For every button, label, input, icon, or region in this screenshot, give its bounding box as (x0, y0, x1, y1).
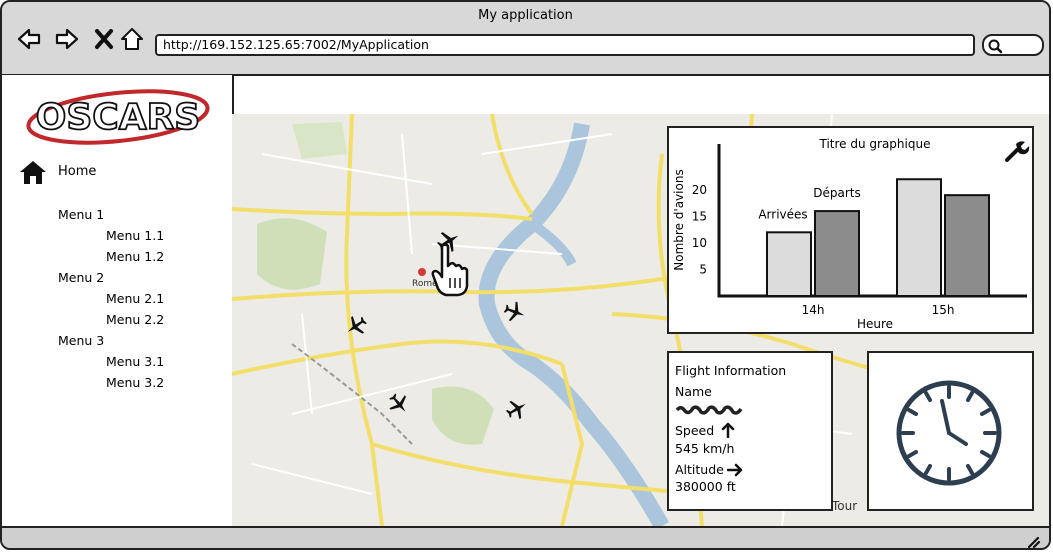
home-icon (20, 161, 46, 184)
menu-3-2[interactable]: Menu 3.2 (106, 375, 164, 390)
home-nav-icon[interactable] (119, 26, 145, 52)
bar-arrivees-0 (766, 231, 812, 297)
forward-arrow-icon[interactable] (54, 26, 80, 52)
search-box[interactable] (982, 34, 1044, 56)
menu-1[interactable]: Menu 1 (58, 207, 104, 222)
bar-departs-0 (814, 210, 860, 297)
y-tick-label: 20 (692, 183, 707, 197)
flight-name-label: Name (675, 384, 712, 399)
x-tick-label: 14h (802, 303, 825, 317)
window-title: My application (478, 8, 573, 23)
arrow-right-icon (727, 463, 743, 477)
sidebar: OSCARS Home Menu 1 Menu 1.1 Menu 1.2 Men… (2, 74, 234, 527)
top-header-strip (232, 76, 1049, 116)
chart-xlabel: Heure (857, 317, 893, 331)
search-icon (988, 39, 1003, 54)
stop-icon[interactable] (91, 26, 117, 52)
arrow-up-icon (721, 422, 735, 438)
flight-info-header: Flight Information (675, 363, 787, 378)
menu-3[interactable]: Menu 3 (58, 333, 104, 348)
resize-grip-icon[interactable] (1025, 534, 1041, 548)
hand-cursor-icon (431, 243, 469, 297)
y-tick-label: 15 (692, 209, 707, 223)
x-tick-label: 15h (932, 303, 955, 317)
home-label: Home (58, 164, 97, 179)
title-bar: My application http://169.152.125.65:700… (2, 2, 1049, 76)
series-label: Départs (813, 186, 860, 200)
wrench-icon[interactable] (1005, 141, 1030, 162)
clock-icon (896, 380, 1002, 486)
speed-value: 545 km/h (675, 441, 735, 456)
bar-departs-1 (944, 194, 990, 297)
menu-2-2[interactable]: Menu 2.2 (106, 312, 164, 327)
menu-1-2[interactable]: Menu 1.2 (106, 249, 164, 264)
y-tick-label: 5 (699, 262, 707, 276)
oscars-logo: OSCARS (26, 89, 210, 145)
airplane-icon[interactable] (344, 314, 368, 338)
menu-3-1[interactable]: Menu 3.1 (106, 354, 164, 369)
airplane-icon[interactable] (503, 300, 527, 324)
menu-2[interactable]: Menu 2 (58, 270, 104, 285)
browser-window: My application http://169.152.125.65:700… (0, 0, 1051, 550)
logo-text: OSCARS (36, 97, 200, 138)
bar-chart: Titre du graphique Heure Nombre d'avions… (672, 137, 1030, 331)
airplane-icon[interactable] (505, 397, 529, 421)
altitude-value: 380000 ft (675, 479, 736, 494)
series-label: Arrivées (758, 207, 807, 221)
back-arrow-icon[interactable] (16, 26, 42, 52)
address-bar[interactable]: http://169.152.125.65:7002/MyApplication (155, 34, 975, 56)
speed-label: Speed (675, 423, 715, 438)
bar-arrivees-1 (896, 178, 942, 298)
chart-title: Titre du graphique (819, 137, 931, 151)
redacted-name-scribble (675, 405, 743, 415)
flight-info-panel: Flight Information Name Speed 545 km/h A… (667, 351, 833, 511)
map-tour-label: Tour (831, 499, 857, 513)
chart-ylabel: Nombre d'avions (672, 169, 686, 270)
y-tick-label: 10 (692, 236, 707, 250)
airplane-icon[interactable] (387, 392, 411, 416)
chart-panel: Titre du graphique Heure Nombre d'avions… (667, 126, 1034, 334)
status-bar (2, 526, 1049, 548)
menu-2-1[interactable]: Menu 2.1 (106, 291, 164, 306)
sidebar-item-home[interactable]: Home (18, 159, 96, 185)
altitude-label: Altitude (675, 462, 724, 477)
menu-1-1[interactable]: Menu 1.1 (106, 228, 164, 243)
clock-panel (867, 351, 1034, 511)
